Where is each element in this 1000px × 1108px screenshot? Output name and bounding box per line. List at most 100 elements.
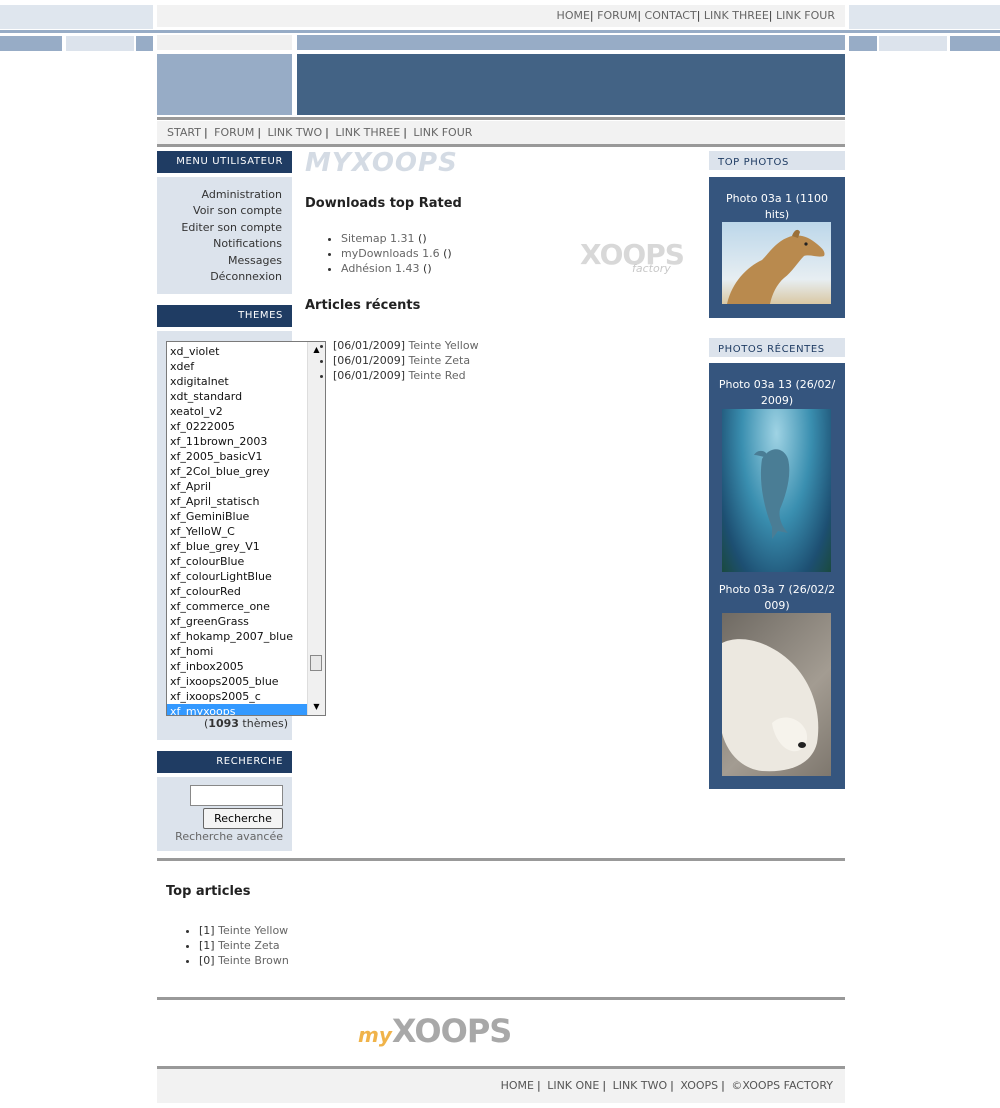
theme-scrollbar[interactable]: ▲ ▼ bbox=[307, 342, 325, 715]
recent-articles-list: [06/01/2009] Teinte Yellow [06/01/2009] … bbox=[295, 338, 479, 383]
theme-option[interactable]: xf_ixoops2005_c bbox=[167, 689, 308, 704]
footer-logo[interactable]: myXOOPS bbox=[358, 1012, 512, 1050]
theme-listbox[interactable]: xd_violet xdef xdigitalnet xdt_standard xeat… bbox=[166, 341, 326, 716]
theme-count-suffix: thèmes bbox=[242, 717, 284, 730]
footer-xoops-factory[interactable]: ©XOOPS FACTORY bbox=[728, 1079, 836, 1092]
recent-photos-block: Photo 03a 13 (26/02/2009) Photo 03a 7 (2… bbox=[709, 363, 845, 789]
article-date: [06/01/2009] bbox=[333, 354, 405, 367]
footer-navigation: HOME | LINK ONE | LINK TWO | XOOPS | ©XOOPS … bbox=[157, 1069, 845, 1103]
header-stripe-right-3 bbox=[950, 36, 1000, 51]
theme-option[interactable]: xf_colourLightBlue bbox=[167, 569, 308, 584]
menu-item-messages[interactable]: Messages bbox=[228, 254, 282, 267]
header-divider bbox=[157, 117, 845, 120]
menu-item-view-account[interactable]: Voir son compte bbox=[193, 204, 282, 217]
menu-item-edit-account[interactable]: Editer son compte bbox=[181, 221, 282, 234]
theme-option[interactable]: xf_greenGrass bbox=[167, 614, 308, 629]
theme-option[interactable]: xf_April bbox=[167, 479, 308, 494]
footer-link-one[interactable]: LINK ONE bbox=[544, 1079, 602, 1092]
header-banner-left bbox=[157, 54, 292, 115]
secnav-forum[interactable]: FORUM bbox=[211, 126, 257, 139]
secnav-link-two[interactable]: LINK TWO bbox=[265, 126, 326, 139]
header-stripe-left-top bbox=[0, 5, 153, 29]
xoops-badge-sub: factory bbox=[632, 262, 671, 275]
topnav-link-three[interactable]: LINK THREE bbox=[704, 9, 769, 22]
site-logo[interactable]: MYXOOPS bbox=[305, 148, 458, 178]
download-item: Sitemap 1.31 () bbox=[341, 231, 601, 246]
download-item: myDownloads 1.6 () bbox=[341, 246, 601, 261]
theme-option[interactable]: xdigitalnet bbox=[167, 374, 308, 389]
footer-link-two[interactable]: LINK TWO bbox=[610, 1079, 671, 1092]
download-link-sitemap[interactable]: Sitemap 1.31 bbox=[341, 232, 415, 245]
top-article-link[interactable]: Teinte Yellow bbox=[218, 924, 288, 937]
download-item: Adhésion 1.43 () bbox=[341, 261, 601, 276]
user-menu-title: MENU UTILISATEUR bbox=[157, 151, 292, 173]
theme-option[interactable]: xf_blue_grey_V1 bbox=[167, 539, 308, 554]
download-link-mydownloads[interactable]: myDownloads 1.6 bbox=[341, 247, 440, 260]
footer-home[interactable]: HOME bbox=[498, 1079, 537, 1092]
theme-option[interactable]: xdt_standard bbox=[167, 389, 308, 404]
dolphin-photo[interactable] bbox=[722, 409, 831, 572]
top-article-link[interactable]: Teinte Brown bbox=[218, 954, 289, 967]
article-link[interactable]: Teinte Red bbox=[408, 369, 465, 382]
menu-item-logout[interactable]: Déconnexion bbox=[210, 270, 282, 283]
theme-option[interactable]: xf_11brown_2003 bbox=[167, 434, 308, 449]
header-stripe-left-2 bbox=[66, 36, 134, 51]
download-suffix: () bbox=[423, 262, 432, 275]
top-photos-block: Photo 03a 1 (1100 hits) bbox=[709, 177, 845, 318]
theme-option[interactable]: xdef bbox=[167, 359, 308, 374]
search-input[interactable] bbox=[190, 785, 283, 806]
advanced-search-link[interactable]: Recherche avancée bbox=[175, 830, 283, 843]
top-article-link[interactable]: Teinte Zeta bbox=[218, 939, 280, 952]
top-photos-title: TOP PHOTOS bbox=[707, 149, 847, 172]
scroll-thumb[interactable] bbox=[310, 655, 322, 671]
polar-bear-photo[interactable] bbox=[722, 613, 831, 776]
theme-option[interactable]: xd_violet bbox=[167, 344, 308, 359]
user-menu: Administration Voir son compte Editer so… bbox=[157, 177, 292, 294]
theme-option[interactable]: xf_April_statisch bbox=[167, 494, 308, 509]
secnav-link-three[interactable]: LINK THREE bbox=[332, 126, 403, 139]
search-button[interactable]: Recherche bbox=[203, 808, 283, 829]
theme-option[interactable]: xf_hokamp_2007_blue bbox=[167, 629, 308, 644]
article-date: [06/01/2009] bbox=[333, 369, 405, 382]
theme-option[interactable]: xf_ixoops2005_blue bbox=[167, 674, 308, 689]
theme-option[interactable]: xf_colourRed bbox=[167, 584, 308, 599]
theme-option[interactable]: xf_0222005 bbox=[167, 419, 308, 434]
theme-option[interactable]: xeatol_v2 bbox=[167, 404, 308, 419]
top-photo-caption[interactable]: Photo 03a 1 (1100 hits) bbox=[709, 177, 845, 223]
downloads-heading: Downloads top Rated bbox=[305, 196, 462, 211]
topnav-contact[interactable]: CONTACT bbox=[645, 9, 697, 22]
theme-option[interactable]: xf_2Col_blue_grey bbox=[167, 464, 308, 479]
header-stripe-left-1 bbox=[0, 36, 62, 51]
secnav-link-four[interactable]: LINK FOUR bbox=[410, 126, 475, 139]
menu-item-notifications[interactable]: Notifications bbox=[213, 237, 282, 250]
download-link-adhesion[interactable]: Adhésion 1.43 bbox=[341, 262, 420, 275]
theme-option[interactable]: xf_homi bbox=[167, 644, 308, 659]
theme-option[interactable]: xf_2005_basicV1 bbox=[167, 449, 308, 464]
top-articles-list: [1] Teinte Yellow [1] Teinte Zeta [0] Te… bbox=[162, 923, 289, 968]
menu-item-administration[interactable]: Administration bbox=[202, 188, 283, 201]
article-link[interactable]: Teinte Yellow bbox=[408, 339, 478, 352]
header-stripe-right-2 bbox=[879, 36, 947, 51]
top-article-item: [1] Teinte Yellow bbox=[199, 923, 289, 938]
secnav-start[interactable]: START bbox=[164, 126, 204, 139]
article-item: [06/01/2009] Teinte Zeta bbox=[333, 353, 479, 368]
theme-option[interactable]: xf_inbox2005 bbox=[167, 659, 308, 674]
article-link[interactable]: Teinte Zeta bbox=[408, 354, 470, 367]
topnav-forum[interactable]: FORUM bbox=[597, 9, 637, 22]
theme-option[interactable]: xf_commerce_one bbox=[167, 599, 308, 614]
theme-option[interactable]: xf_colourBlue bbox=[167, 554, 308, 569]
topnav-link-four[interactable]: LINK FOUR bbox=[776, 9, 835, 22]
footer-xoops[interactable]: XOOPS bbox=[677, 1079, 721, 1092]
camel-photo[interactable] bbox=[722, 222, 831, 304]
recent-photo-caption-2[interactable]: Photo 03a 7 (26/02/2009) bbox=[709, 582, 845, 614]
theme-option[interactable]: xf_YelloW_C bbox=[167, 524, 308, 539]
search-title: RECHERCHE bbox=[157, 751, 292, 773]
user-menu-list: Administration Voir son compte Editer so… bbox=[157, 177, 292, 285]
scroll-down-arrow-icon[interactable]: ▼ bbox=[308, 699, 325, 715]
topnav-home[interactable]: HOME bbox=[557, 9, 590, 22]
theme-options: xd_violet xdef xdigitalnet xdt_standard xeat… bbox=[167, 344, 308, 715]
header-stripe-left-3 bbox=[136, 36, 153, 51]
theme-option[interactable]: xf_myxoops bbox=[167, 704, 308, 715]
theme-option[interactable]: xf_GeminiBlue bbox=[167, 509, 308, 524]
recent-photo-caption-1[interactable]: Photo 03a 13 (26/02/2009) bbox=[709, 363, 845, 409]
